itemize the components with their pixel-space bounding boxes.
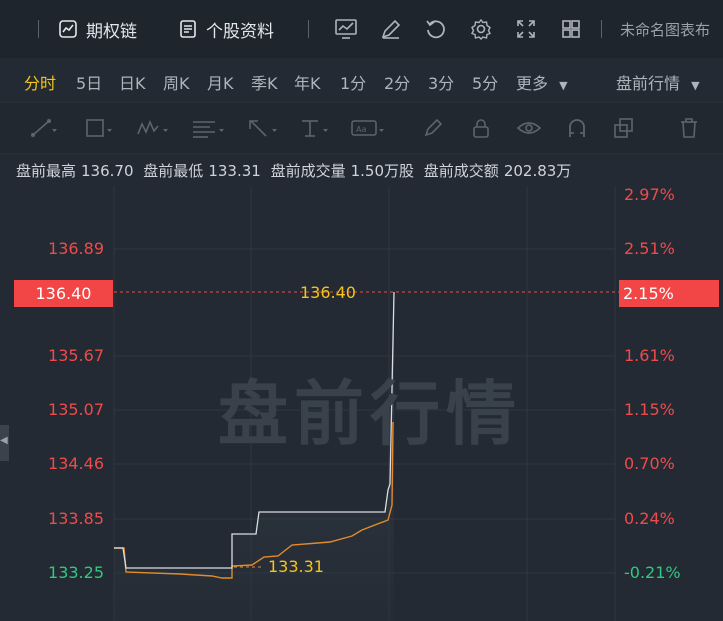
high-value: 136.70 <box>81 162 134 180</box>
brush-icon[interactable] <box>422 115 444 141</box>
session-watermark: 盘前行情 <box>218 373 522 455</box>
session-dropdown[interactable]: 盘前行情 ▼ <box>616 70 700 94</box>
refresh-icon[interactable] <box>423 16 449 42</box>
right-tick: 2.97% <box>624 185 675 204</box>
current-change-tag: 2.15% <box>619 280 719 307</box>
amount-value: 202.83万 <box>503 162 572 180</box>
option-chain-button[interactable]: 期权链 <box>58 16 137 42</box>
copy-layers-icon[interactable] <box>612 115 636 141</box>
svg-text:Aa: Aa <box>356 125 366 134</box>
period-more-dropdown[interactable]: 更多 ▼ <box>516 70 568 94</box>
caret-down-icon: ▼ <box>559 79 568 92</box>
text-tool-icon[interactable] <box>298 115 332 141</box>
right-tick: 2.51% <box>624 239 675 258</box>
rectangle-tool-icon[interactable] <box>84 115 114 141</box>
premarket-summary: 盘前最高 136.70 盘前最低 133.31 盘前成交量 1.50万股 盘前成交额 2… <box>16 160 576 181</box>
right-tick: 0.24% <box>624 509 675 528</box>
stock-profile-button[interactable]: 个股资料 <box>178 16 274 42</box>
period-yearly[interactable]: 年K <box>294 70 321 94</box>
pattern-tool-icon[interactable] <box>136 115 170 141</box>
low-value: 133.31 <box>208 162 261 180</box>
period-quarterly[interactable]: 季K <box>251 70 278 94</box>
label-tool-icon[interactable]: Aa <box>350 115 386 141</box>
layout-icon[interactable] <box>558 16 584 42</box>
fibonacci-tool-icon[interactable] <box>190 115 226 141</box>
left-tick: 134.46 <box>48 454 104 473</box>
left-tick: 133.85 <box>48 509 104 528</box>
top-toolbar: 期权链 个股资料 未命名图表布 <box>0 0 723 59</box>
volume-label: 盘前成交量 <box>270 162 346 180</box>
document-icon <box>180 20 196 38</box>
period-monthly[interactable]: 月K <box>207 70 234 94</box>
right-tick: 0.70% <box>624 454 675 473</box>
magnet-icon[interactable] <box>566 115 588 141</box>
period-2min[interactable]: 2分 <box>384 70 410 94</box>
right-tick: -0.21% <box>624 563 681 582</box>
chart-box-icon <box>59 20 77 38</box>
session-label: 盘前行情 <box>616 74 681 93</box>
left-tick: 135.07 <box>48 400 104 419</box>
chart-layout-name[interactable]: 未命名图表布 <box>620 16 710 42</box>
left-tick: 133.25 <box>48 563 104 582</box>
period-1min[interactable]: 1分 <box>340 70 366 94</box>
toolbar-divider <box>38 20 39 38</box>
toolbar-divider <box>308 20 309 38</box>
fullscreen-icon[interactable] <box>513 16 539 42</box>
toolbar-divider <box>601 20 602 38</box>
last-price-label: 136.40 <box>300 283 356 302</box>
period-daily[interactable]: 日K <box>119 70 146 94</box>
high-label: 盘前最高 <box>16 162 77 180</box>
trash-icon[interactable] <box>678 115 700 141</box>
caret-down-icon: ▼ <box>691 79 700 92</box>
lock-icon[interactable] <box>470 115 492 141</box>
drawing-tools-bar: Aa <box>0 102 723 154</box>
right-tick: 1.15% <box>624 400 675 419</box>
period-intraday[interactable]: 分时 <box>24 70 56 94</box>
period-3min[interactable]: 3分 <box>428 70 454 94</box>
option-chain-label: 期权链 <box>86 21 137 42</box>
period-more-label: 更多 <box>516 74 549 93</box>
current-price-tag: 136.40 <box>14 280 113 307</box>
trend-line-tool-icon[interactable] <box>30 115 58 141</box>
low-label: 盘前最低 <box>143 162 204 180</box>
arrow-tool-icon[interactable] <box>246 115 280 141</box>
settings-icon[interactable] <box>468 16 494 42</box>
volume-value: 1.50万股 <box>350 162 415 180</box>
period-5min[interactable]: 5分 <box>472 70 498 94</box>
amount-label: 盘前成交额 <box>423 162 499 180</box>
period-5day[interactable]: 5日 <box>76 70 102 94</box>
indicator-icon[interactable] <box>333 16 359 42</box>
draw-icon[interactable] <box>378 16 404 42</box>
period-weekly[interactable]: 周K <box>163 70 190 94</box>
low-price-label: 133.31 <box>268 557 324 576</box>
eye-icon[interactable] <box>516 115 542 141</box>
left-tick: 135.67 <box>48 346 104 365</box>
right-tick: 1.61% <box>624 346 675 365</box>
left-tick: 136.89 <box>48 239 104 258</box>
period-bar: 分时 5日 日K 周K 月K 季K 年K 1分 2分 3分 5分 更多 ▼ 盘前… <box>0 58 723 102</box>
stock-profile-label: 个股资料 <box>206 21 274 42</box>
